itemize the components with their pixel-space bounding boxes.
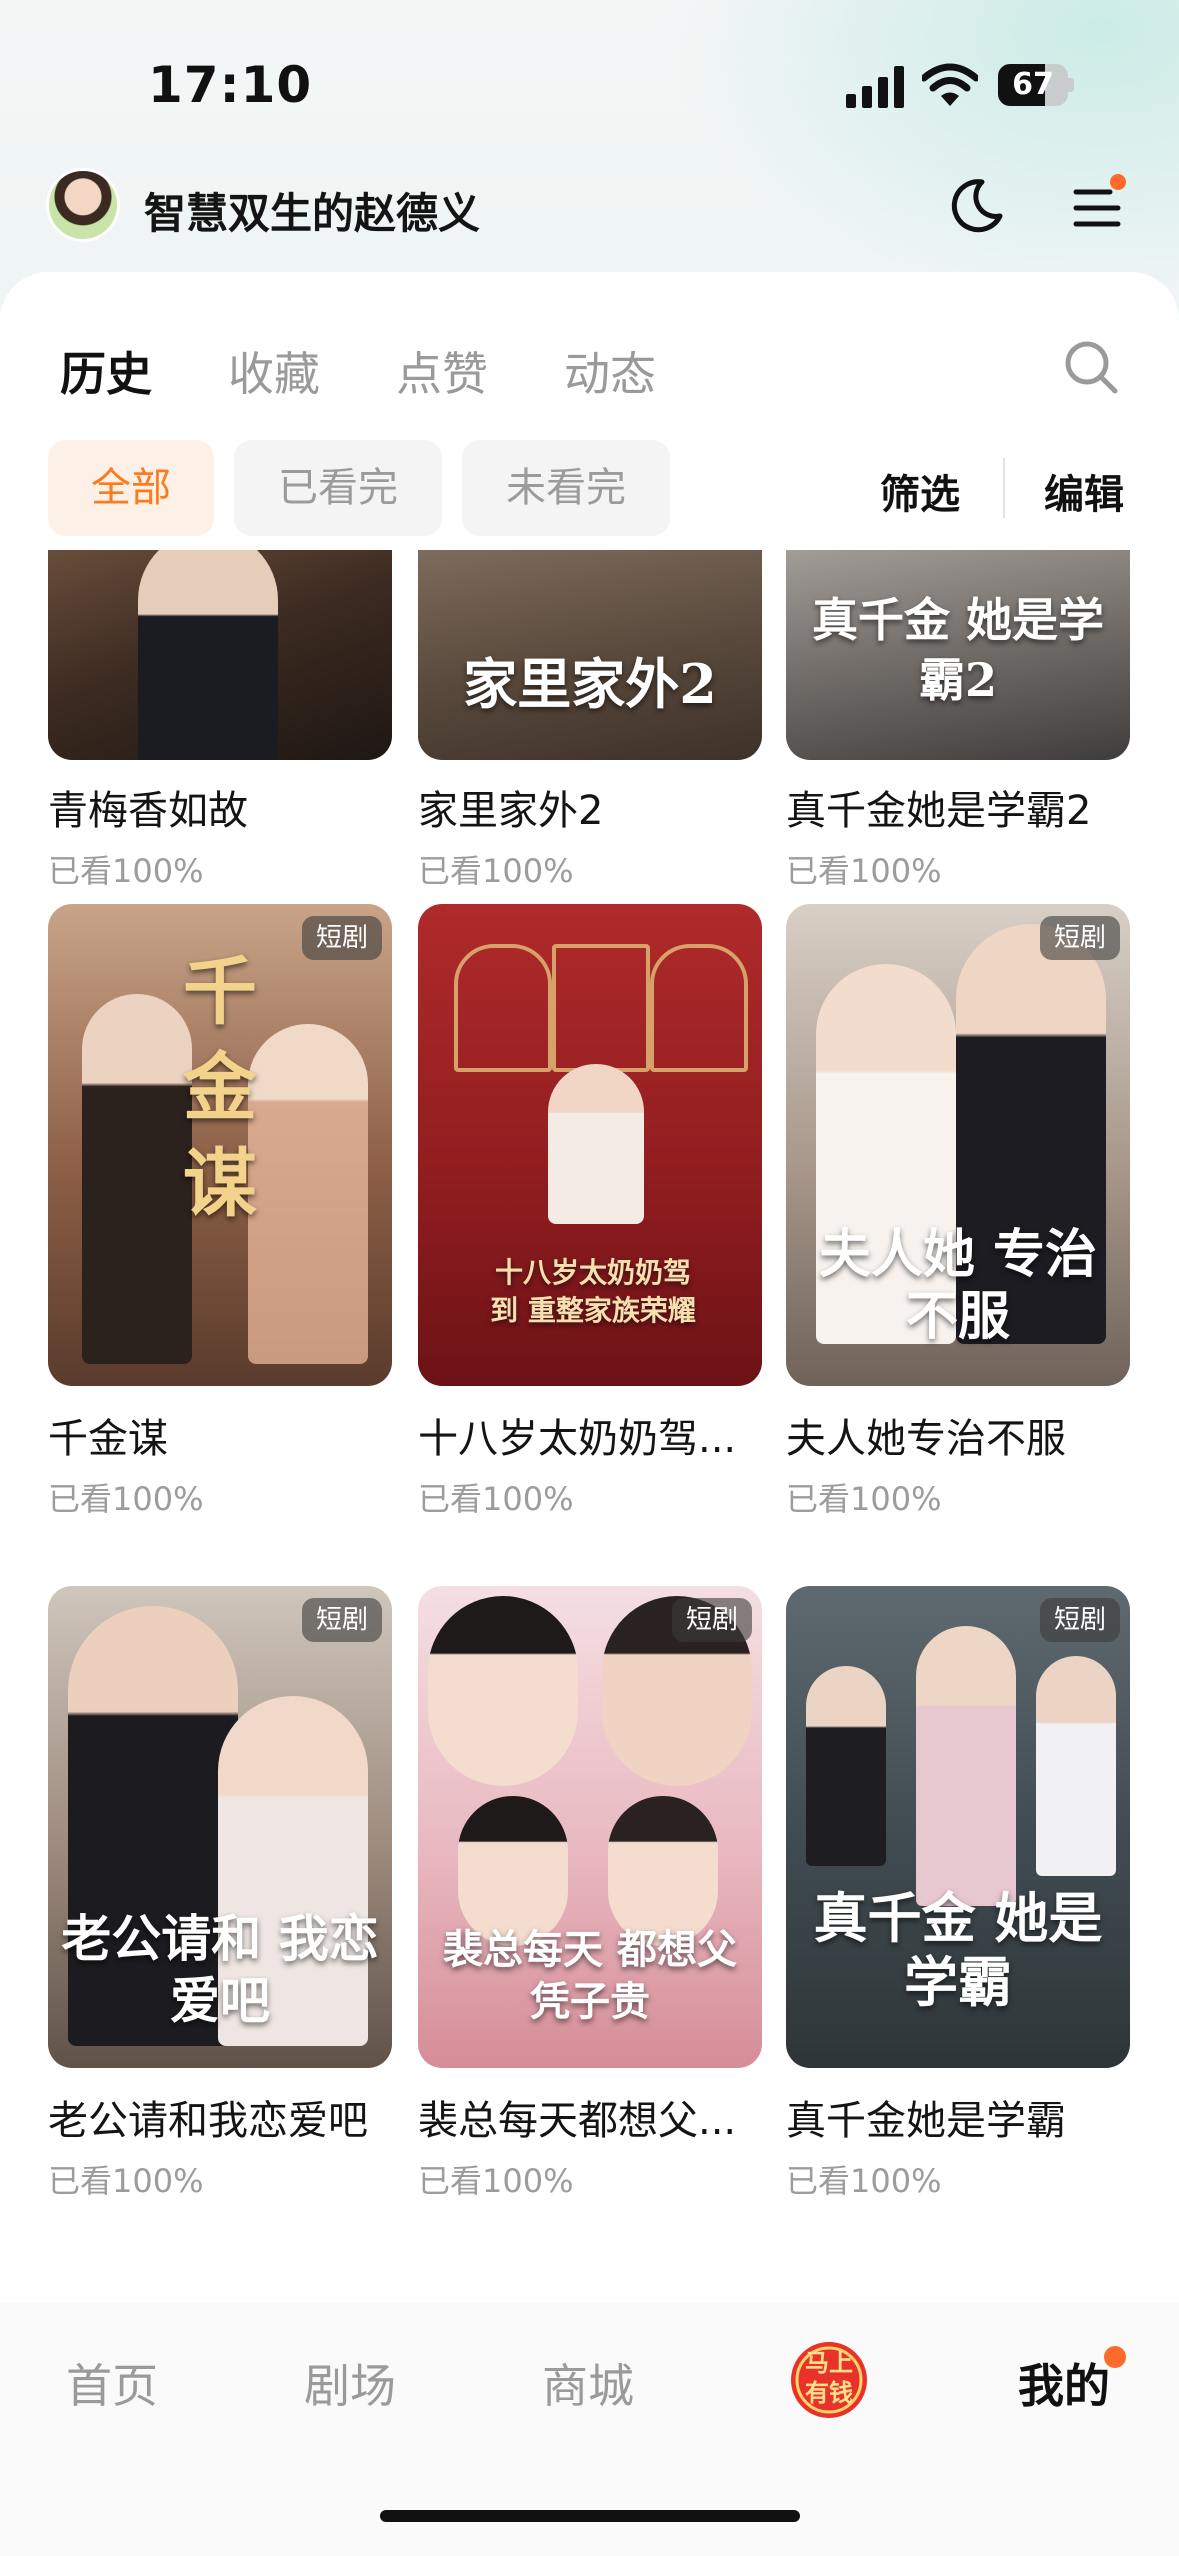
nav-mine[interactable]: 我的 xyxy=(1018,2350,1110,2416)
poster-image: 千金谋 短剧 xyxy=(48,904,392,1386)
edit-button[interactable]: 编辑 xyxy=(1044,462,1124,520)
poster-title: 千金谋 xyxy=(183,949,257,1227)
item-title: 十八岁太奶奶驾... xyxy=(418,1416,737,1462)
poster-title: 夫人她 专治不服 xyxy=(818,1224,1098,1347)
short-drama-badge: 短剧 xyxy=(671,1598,752,1642)
signal-icon xyxy=(846,66,904,108)
poster-title: 真千金 她是学霸 xyxy=(813,1886,1103,2014)
wifi-icon xyxy=(922,63,978,106)
list-item[interactable]: 真千金 她是学霸2 真千金她是学霸2 已看100% xyxy=(786,550,1130,930)
poster-title: 家里家外2 xyxy=(463,652,717,716)
moon-icon[interactable] xyxy=(946,176,1006,236)
home-indicator xyxy=(380,2510,800,2522)
notification-dot xyxy=(1110,174,1126,190)
nav-theater[interactable]: 剧场 xyxy=(304,2350,396,2416)
item-progress: 已看100% xyxy=(786,852,942,890)
nav-mall[interactable]: 商城 xyxy=(542,2350,634,2416)
filter-finished[interactable]: 已看完 xyxy=(234,440,442,536)
item-title: 千金谋 xyxy=(48,1416,168,1462)
status-bar: 17:10 67 xyxy=(0,0,1179,170)
battery-icon: 67 xyxy=(998,64,1074,106)
search-icon[interactable] xyxy=(1062,338,1120,396)
short-drama-badge: 短剧 xyxy=(301,1598,382,1642)
item-progress: 已看100% xyxy=(48,852,204,890)
tab-likes[interactable]: 点赞 xyxy=(396,338,488,404)
filter-all[interactable]: 全部 xyxy=(48,440,214,536)
item-title: 真千金她是学霸2 xyxy=(786,788,1092,834)
divider xyxy=(1003,458,1005,518)
tab-activity[interactable]: 动态 xyxy=(564,338,656,404)
poster-image: 裴总每天 都想父凭子贵 短剧 xyxy=(418,1586,762,2068)
poster-image: 家里家外2 xyxy=(418,550,762,760)
item-title: 夫人她专治不服 xyxy=(786,1416,1066,1462)
item-progress: 已看100% xyxy=(48,2162,204,2200)
short-drama-badge: 短剧 xyxy=(1039,1598,1120,1642)
item-title: 真千金她是学霸 xyxy=(786,2098,1066,2144)
poster-image: 十八岁太奶奶驾到 重整家族荣耀 xyxy=(418,904,762,1386)
item-progress: 已看100% xyxy=(786,2162,942,2200)
poster-title: 十八岁太奶奶驾到 重整家族荣耀 xyxy=(490,1256,696,1327)
list-item[interactable]: 青梅香如故 已看100% xyxy=(48,550,392,930)
poster-image: 老公请和 我恋爱吧 短剧 xyxy=(48,1586,392,2068)
list-item[interactable]: 裴总每天 都想父凭子贵 短剧 裴总每天都想父... 已看100% xyxy=(418,1586,762,2302)
filter-unfinished[interactable]: 未看完 xyxy=(462,440,670,536)
item-progress: 已看100% xyxy=(418,2162,574,2200)
nav-home[interactable]: 首页 xyxy=(66,2350,158,2416)
poster-image: 夫人她 专治不服 短剧 xyxy=(786,904,1130,1386)
notification-dot xyxy=(1104,2346,1126,2368)
promo-icon[interactable]: 马上 有钱 xyxy=(786,2338,872,2422)
item-progress: 已看100% xyxy=(418,1480,574,1518)
status-time: 17:10 xyxy=(148,56,313,114)
poster-title: 真千金 她是学霸2 xyxy=(811,593,1104,707)
battery-level: 67 xyxy=(1012,67,1054,102)
item-title: 青梅香如故 xyxy=(48,788,248,834)
item-title: 裴总每天都想父... xyxy=(418,2098,737,2144)
item-title: 家里家外2 xyxy=(418,788,604,834)
menu-icon[interactable] xyxy=(1066,174,1128,238)
history-grid: 青梅香如故 已看100% 家里家外2 家里家外2 已看100% 真千金 她是学霸… xyxy=(0,550,1179,2302)
list-item[interactable]: 老公请和 我恋爱吧 短剧 老公请和我恋爱吧 已看100% xyxy=(48,1586,392,2302)
promo-label: 马上 有钱 xyxy=(805,2349,853,2407)
tabs-row: 历史 收藏 点赞 动态 xyxy=(0,272,1179,452)
item-progress: 已看100% xyxy=(418,852,574,890)
item-title: 老公请和我恋爱吧 xyxy=(48,2098,368,2144)
short-drama-badge: 短剧 xyxy=(301,916,382,960)
avatar[interactable] xyxy=(46,168,120,242)
poster-title: 老公请和 我恋爱吧 xyxy=(61,1909,379,2030)
tab-favorites[interactable]: 收藏 xyxy=(228,338,320,404)
item-progress: 已看100% xyxy=(48,1480,204,1518)
poster-title: 裴总每天 都想父凭子贵 xyxy=(443,1926,737,2025)
main-card: 历史 收藏 点赞 动态 全部 已看完 未看完 筛选 编辑 青梅香如故 已看100… xyxy=(0,272,1179,2302)
profile-header: 智慧双生的赵德义 xyxy=(0,160,1179,260)
list-item[interactable]: 家里家外2 家里家外2 已看100% xyxy=(418,550,762,930)
list-item[interactable]: 真千金 她是学霸 短剧 真千金她是学霸 已看100% xyxy=(786,1586,1130,2302)
filter-button[interactable]: 筛选 xyxy=(880,462,960,520)
username[interactable]: 智慧双生的赵德义 xyxy=(144,180,480,241)
item-progress: 已看100% xyxy=(786,1480,942,1518)
poster-image: 真千金 她是学霸 短剧 xyxy=(786,1586,1130,2068)
poster-image: 真千金 她是学霸2 xyxy=(786,550,1130,760)
tab-history[interactable]: 历史 xyxy=(60,338,152,404)
poster-image xyxy=(48,550,392,760)
short-drama-badge: 短剧 xyxy=(1039,916,1120,960)
